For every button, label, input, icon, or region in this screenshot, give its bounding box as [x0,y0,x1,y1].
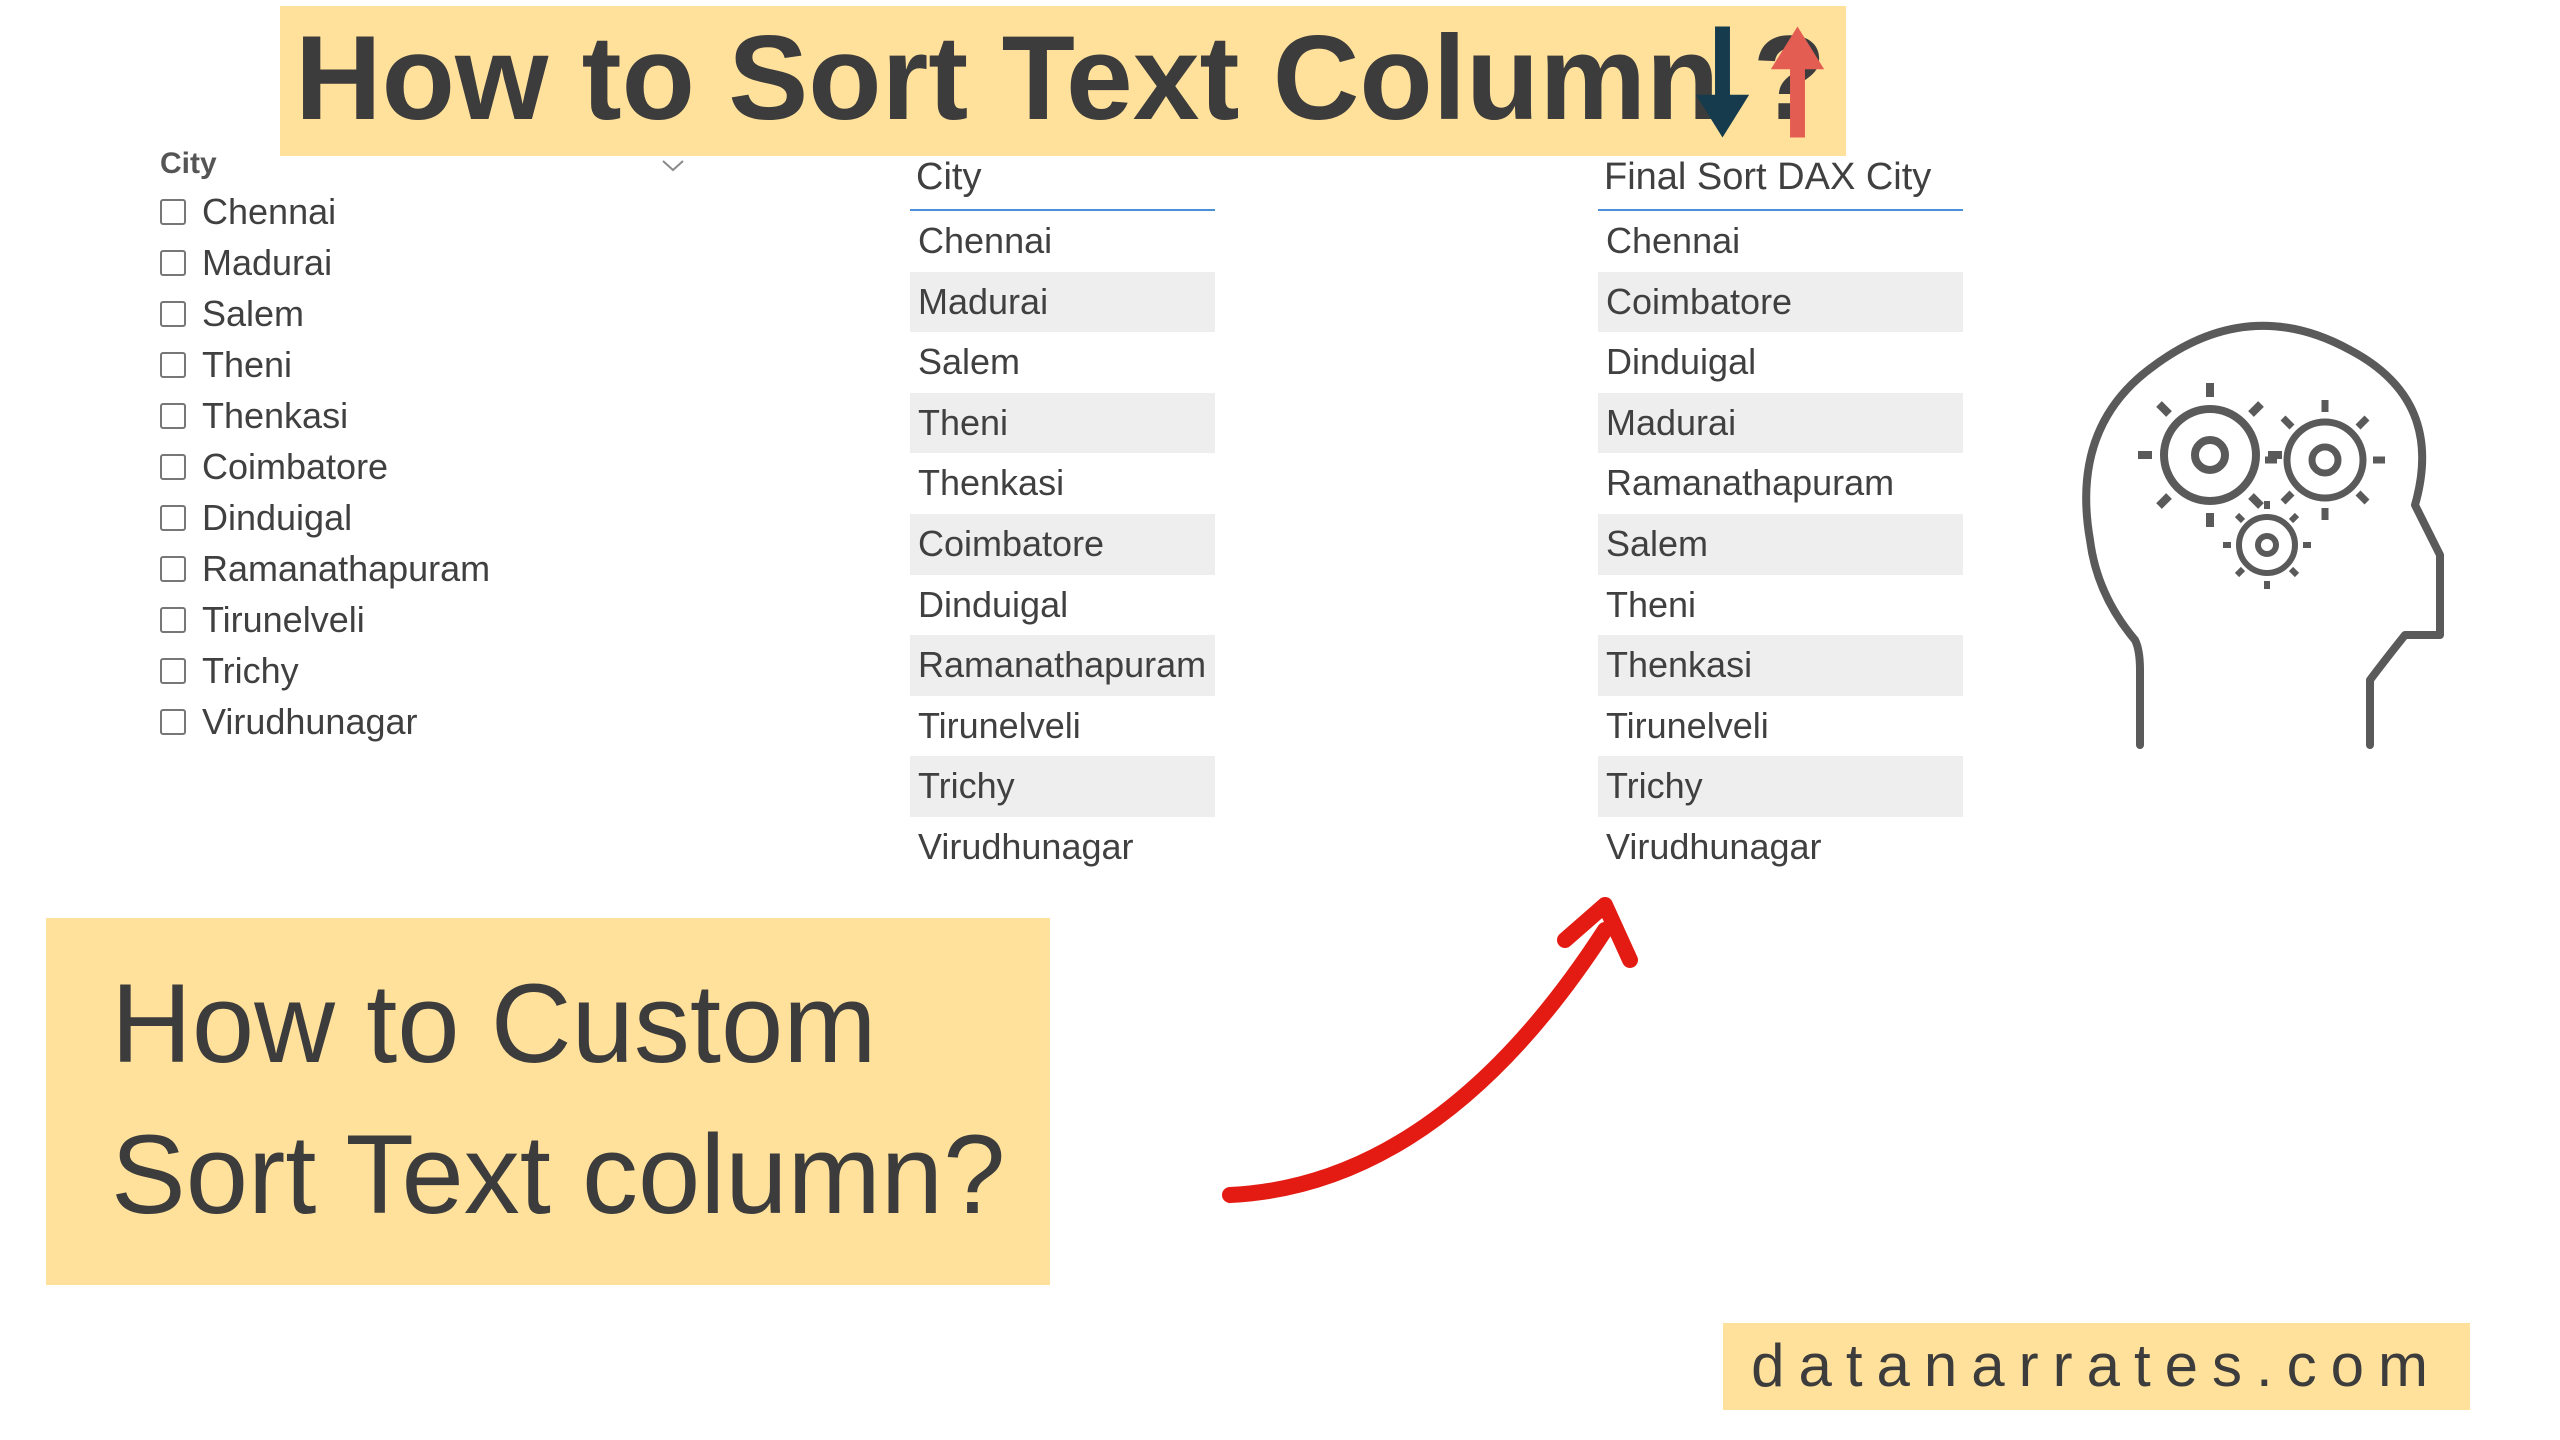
slicer-item-label: Trichy [202,650,299,692]
slicer-items: Chennai Madurai Salem Theni Thenkasi Coi… [158,187,693,747]
table-row[interactable]: Trichy [910,756,1215,817]
checkbox-icon[interactable] [160,607,186,633]
slicer-item-label: Tirunelveli [202,599,365,641]
checkbox-icon[interactable] [160,505,186,531]
slicer-item[interactable]: Dinduigal [158,493,693,543]
slicer-item[interactable]: Theni [158,340,693,390]
city-table[interactable]: City Chennai Madurai Salem Theni Thenkas… [910,148,1215,878]
slicer-item[interactable]: Tirunelveli [158,595,693,645]
table-row[interactable]: Salem [1598,514,1963,575]
slicer-item-label: Salem [202,293,304,335]
table-row[interactable]: Chennai [1598,211,1963,272]
slicer-item[interactable]: Thenkasi [158,391,693,441]
table-row[interactable]: Virudhunagar [910,817,1215,878]
checkbox-icon[interactable] [160,199,186,225]
sort-arrows-group [1685,18,1835,151]
slicer-item[interactable]: Virudhunagar [158,697,693,747]
subtitle-banner: How to Custom Sort Text column? [46,918,1050,1285]
slicer-item-label: Madurai [202,242,332,284]
slicer-item[interactable]: Madurai [158,238,693,288]
table-row[interactable]: Theni [910,393,1215,454]
slicer-item[interactable]: Ramanathapuram [158,544,693,594]
table-row[interactable]: Madurai [910,272,1215,333]
footer-url: datanarrates.com [1723,1323,2470,1410]
table-row[interactable]: Ramanathapuram [1598,453,1963,514]
table-row[interactable]: Salem [910,332,1215,393]
slicer-item[interactable]: Trichy [158,646,693,696]
table-row[interactable]: Tirunelveli [910,696,1215,757]
checkbox-icon[interactable] [160,556,186,582]
checkbox-icon[interactable] [160,658,186,684]
slicer-item-label: Ramanathapuram [202,548,490,590]
chevron-down-icon[interactable] [661,149,685,180]
table-row[interactable]: Coimbatore [910,514,1215,575]
slicer-title: City [160,147,217,181]
arrow-up-icon [1760,18,1835,151]
table-header[interactable]: Final Sort DAX City [1598,148,1963,211]
subtitle-line1: How to Custom [111,948,1005,1099]
title-banner: How to Sort Text Column ? [280,6,1846,156]
head-gears-icon [2035,305,2465,770]
table-row[interactable]: Tirunelveli [1598,696,1963,757]
table-row[interactable]: Dinduigal [910,575,1215,636]
arrow-down-icon [1685,18,1760,151]
slicer-header[interactable]: City [158,145,693,187]
table-row[interactable]: Dinduigal [1598,332,1963,393]
slicer-item-label: Thenkasi [202,395,348,437]
checkbox-icon[interactable] [160,403,186,429]
checkbox-icon[interactable] [160,352,186,378]
table-header[interactable]: City [910,148,1215,211]
slicer-item-label: Theni [202,344,292,386]
slicer-item[interactable]: Salem [158,289,693,339]
checkbox-icon[interactable] [160,250,186,276]
slicer-item-label: Chennai [202,191,336,233]
subtitle-line2: Sort Text column? [111,1099,1005,1250]
table-row[interactable]: Virudhunagar [1598,817,1963,878]
final-sort-table[interactable]: Final Sort DAX City Chennai Coimbatore D… [1598,148,1963,878]
table-row[interactable]: Ramanathapuram [910,635,1215,696]
slicer-item[interactable]: Coimbatore [158,442,693,492]
curved-arrow-icon [1210,885,1660,1220]
table-row[interactable]: Trichy [1598,756,1963,817]
slicer-item[interactable]: Chennai [158,187,693,237]
table-row[interactable]: Theni [1598,575,1963,636]
table-row[interactable]: Coimbatore [1598,272,1963,333]
table-row[interactable]: Chennai [910,211,1215,272]
table-row[interactable]: Madurai [1598,393,1963,454]
checkbox-icon[interactable] [160,709,186,735]
checkbox-icon[interactable] [160,301,186,327]
slicer-item-label: Dinduigal [202,497,352,539]
slicer-item-label: Coimbatore [202,446,388,488]
table-row[interactable]: Thenkasi [1598,635,1963,696]
table-row[interactable]: Thenkasi [910,453,1215,514]
city-slicer[interactable]: City Chennai Madurai Salem Theni Thenkas… [158,145,693,747]
slicer-item-label: Virudhunagar [202,701,418,743]
checkbox-icon[interactable] [160,454,186,480]
